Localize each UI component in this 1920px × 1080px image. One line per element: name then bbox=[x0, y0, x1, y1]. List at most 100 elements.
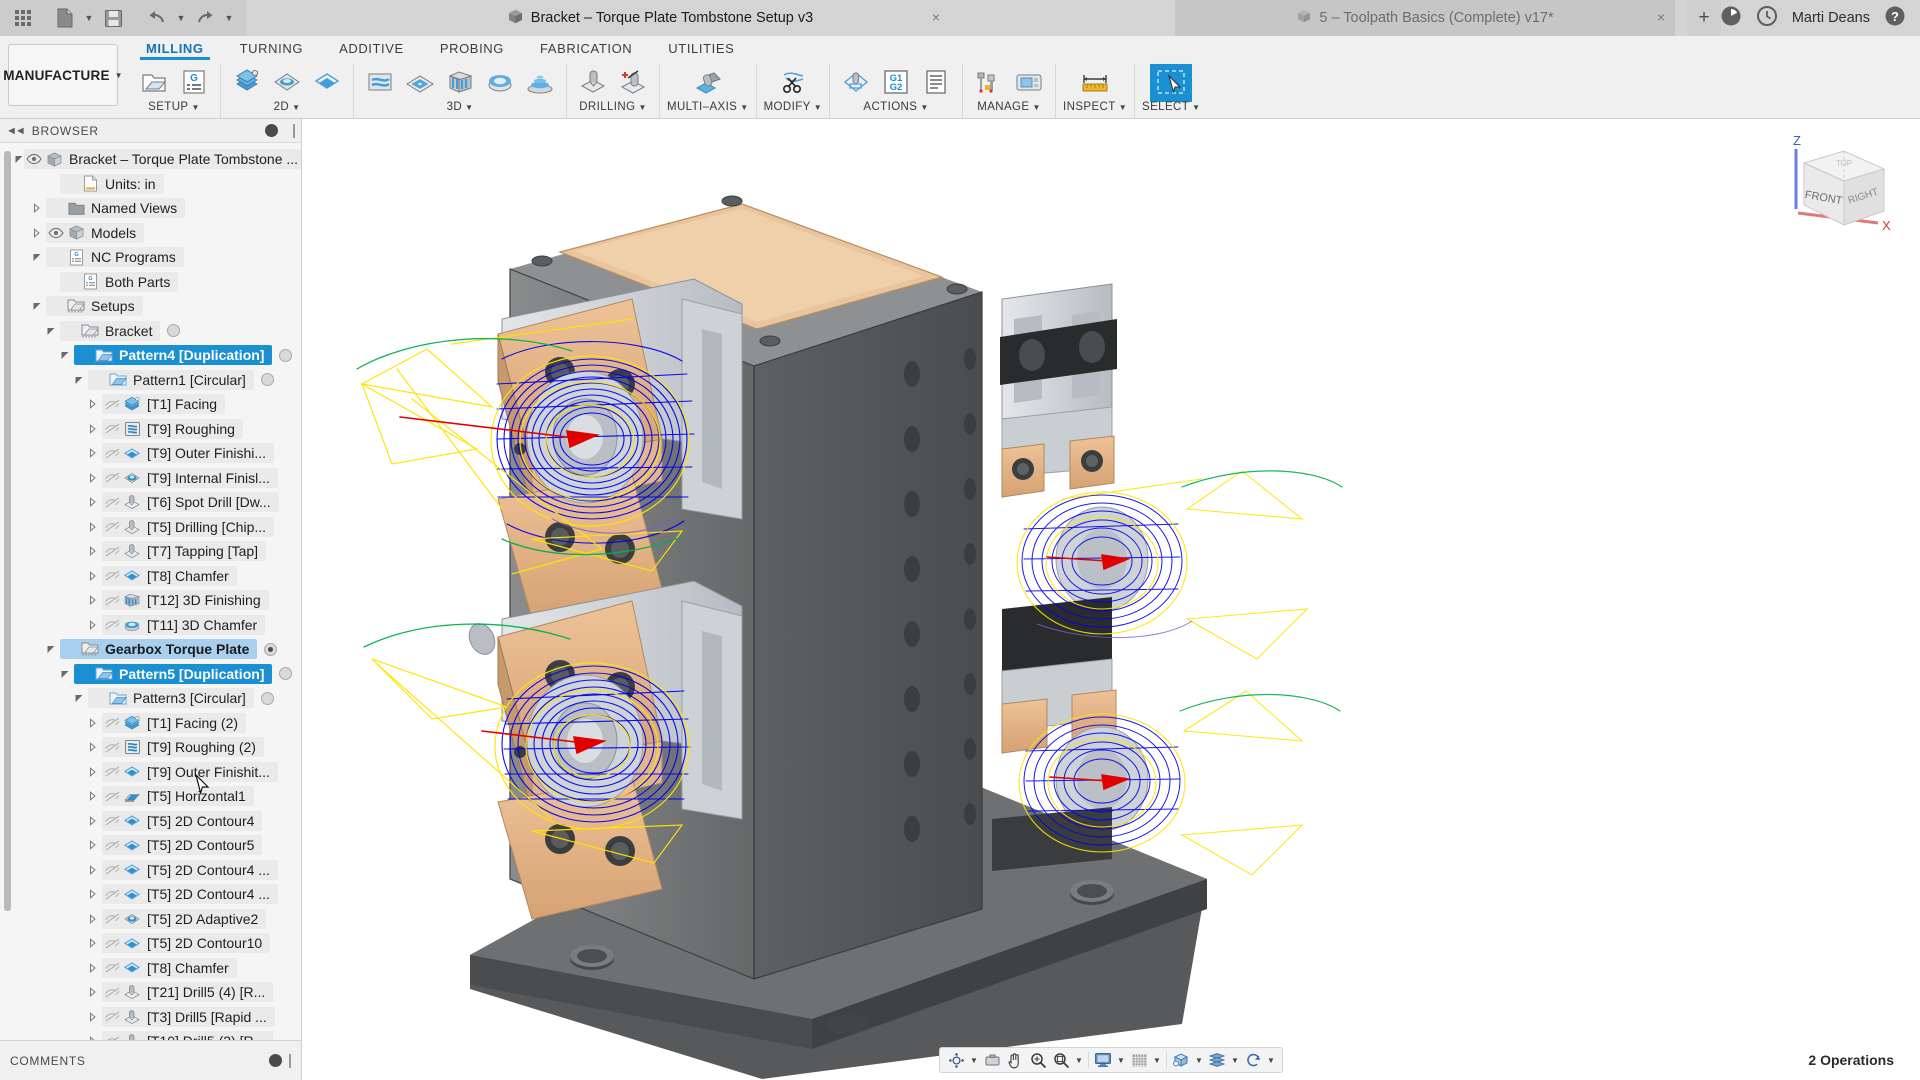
chevron-down-icon[interactable] bbox=[70, 686, 88, 710]
zoom-caret[interactable]: ▼ bbox=[1073, 1049, 1085, 1071]
user-name[interactable]: Marti Deans bbox=[1792, 10, 1870, 26]
visibility-eye-icon[interactable] bbox=[102, 716, 122, 729]
save-icon[interactable] bbox=[100, 5, 126, 31]
operation-state-dot[interactable] bbox=[167, 324, 181, 338]
tree-item-pill[interactable]: [T1] Facing (2) bbox=[102, 712, 247, 733]
tree-item-pill[interactable]: [T7] Tapping [Tap] bbox=[102, 541, 267, 562]
browser-resize-handle[interactable] bbox=[293, 123, 295, 138]
chevron-right-icon[interactable] bbox=[84, 980, 102, 1004]
tree-item-pill[interactable]: G NC Programs bbox=[46, 247, 184, 268]
panel-label-actions[interactable]: ACTIONS ▼ bbox=[863, 101, 928, 113]
tree-item[interactable]: [T9] Roughing (2) bbox=[0, 735, 301, 760]
visibility-eye-icon[interactable] bbox=[102, 520, 122, 533]
display-caret[interactable]: ▼ bbox=[1115, 1049, 1127, 1071]
tree-item[interactable]: [T8] Chamfer bbox=[0, 956, 301, 981]
close-icon[interactable]: × bbox=[1653, 10, 1669, 26]
tree-item-pill[interactable]: G Both Parts bbox=[60, 271, 179, 292]
tree-item-pill[interactable]: [T6] Spot Drill [Dw... bbox=[102, 492, 279, 513]
panel-label-3d[interactable]: 3D ▼ bbox=[447, 101, 474, 113]
tree-item[interactable]: Pattern3 [Circular] bbox=[0, 686, 301, 711]
visibility-eye-icon[interactable] bbox=[102, 765, 122, 778]
visibility-eye-icon[interactable] bbox=[102, 447, 122, 460]
visibility-eye-icon[interactable] bbox=[102, 422, 122, 435]
tree-item-pill[interactable]: [T5] 2D Adaptive2 bbox=[102, 908, 267, 929]
chevron-right-icon[interactable] bbox=[84, 539, 102, 563]
nc-program-icon[interactable]: G bbox=[175, 64, 213, 100]
tree-item-pill[interactable]: Gearbox Torque Plate bbox=[60, 639, 258, 660]
tree-item[interactable]: [T7] Tapping [Tap] bbox=[0, 539, 301, 564]
panel-label-drilling[interactable]: DRILLING ▼ bbox=[579, 101, 647, 113]
tree-item[interactable]: [T9] Internal Finisl... bbox=[0, 466, 301, 491]
tree-item-pill[interactable]: [T5] 2D Contour4 bbox=[102, 810, 263, 831]
tree-item[interactable]: [T1] Facing (2) bbox=[0, 711, 301, 736]
simulate-icon[interactable] bbox=[837, 64, 875, 100]
comments-add-icon[interactable] bbox=[269, 1054, 282, 1067]
chevron-right-icon[interactable] bbox=[84, 858, 102, 882]
tree-item-pill[interactable]: [T9] Internal Finisl... bbox=[102, 467, 278, 488]
visibility-eye-icon[interactable] bbox=[102, 1010, 122, 1023]
tool-library-icon[interactable] bbox=[970, 64, 1008, 100]
refresh-icon[interactable] bbox=[1242, 1049, 1264, 1071]
document-tab-active[interactable]: Bracket – Torque Plate Tombstone Setup v… bbox=[370, 0, 950, 36]
new-tab-button[interactable]: + bbox=[1687, 0, 1721, 36]
chevron-right-icon[interactable] bbox=[84, 515, 102, 539]
drill-icon[interactable] bbox=[574, 64, 612, 100]
tree-item[interactable]: [T9] Roughing bbox=[0, 417, 301, 442]
grid-snaps-icon[interactable] bbox=[1128, 1049, 1150, 1071]
redo-icon[interactable] bbox=[192, 5, 218, 31]
browser-layers-icon[interactable] bbox=[1206, 1049, 1228, 1071]
tree-item[interactable]: Pattern5 [Duplication] bbox=[0, 662, 301, 687]
panel-label-inspect[interactable]: INSPECT ▼ bbox=[1063, 101, 1127, 113]
tree-item-pill[interactable]: Pattern1 [Circular] bbox=[88, 369, 254, 390]
refresh-caret[interactable]: ▼ bbox=[1265, 1049, 1277, 1071]
viewports-icon[interactable] bbox=[1170, 1049, 1192, 1071]
tree-item[interactable]: [T12] 3D Finishing bbox=[0, 588, 301, 613]
post-process-icon[interactable]: G1 G2 bbox=[877, 64, 915, 100]
tree-item-pill[interactable]: Bracket bbox=[60, 320, 161, 341]
tree-item-pill[interactable]: [T11] 3D Chamfer bbox=[102, 614, 266, 635]
machine-library-icon[interactable] bbox=[1010, 64, 1048, 100]
tree-item-pill[interactable]: [T21] Drill5 (4) [R... bbox=[102, 982, 274, 1003]
operation-state-dot[interactable] bbox=[260, 691, 274, 705]
tree-item[interactable]: Bracket – Torque Plate Tombstone ... bbox=[0, 147, 301, 172]
chevron-right-icon[interactable] bbox=[84, 392, 102, 416]
chevron-down-icon[interactable] bbox=[14, 147, 24, 171]
multi-axis-contour-icon[interactable] bbox=[689, 64, 727, 100]
tree-item-pill[interactable]: [T8] Chamfer bbox=[102, 957, 237, 978]
visibility-eye-icon[interactable] bbox=[102, 594, 122, 607]
recent-activity-icon[interactable] bbox=[1756, 5, 1778, 31]
tree-item-pill[interactable]: Models bbox=[46, 222, 145, 243]
visibility-eye-icon[interactable] bbox=[102, 741, 122, 754]
comments-panel[interactable]: COMMENTS bbox=[0, 1040, 302, 1080]
tree-item[interactable]: [T5] 2D Contour10 bbox=[0, 931, 301, 956]
chevron-right-icon[interactable] bbox=[84, 809, 102, 833]
tree-item-pill[interactable]: [T5] Drilling [Chip... bbox=[102, 516, 275, 537]
select-icon[interactable] bbox=[1150, 64, 1193, 102]
chevron-right-icon[interactable] bbox=[84, 711, 102, 735]
tree-item-pill[interactable]: Pattern4 [Duplication] bbox=[74, 345, 273, 366]
setup-icon[interactable] bbox=[135, 64, 173, 100]
chevron-right-icon[interactable] bbox=[28, 221, 46, 245]
tree-item[interactable]: Setups bbox=[0, 294, 301, 319]
close-icon[interactable]: × bbox=[928, 10, 944, 26]
tree-item-pill[interactable]: [T5] Horizontal1 bbox=[102, 786, 254, 807]
visibility-eye-icon[interactable] bbox=[24, 153, 44, 165]
workspace-switcher[interactable]: MANUFACTURE ▼ bbox=[3, 44, 123, 106]
tab-milling[interactable]: MILLING bbox=[128, 36, 222, 60]
zoom-icon[interactable] bbox=[1027, 1049, 1049, 1071]
undo-icon[interactable] bbox=[144, 5, 170, 31]
tab-turning[interactable]: TURNING bbox=[222, 36, 321, 60]
tree-item[interactable]: [T1] Facing bbox=[0, 392, 301, 417]
help-icon[interactable]: ? bbox=[1884, 5, 1906, 31]
chevron-right-icon[interactable] bbox=[84, 833, 102, 857]
tree-item[interactable]: [T6] Spot Drill [Dw... bbox=[0, 490, 301, 515]
tree-item-pill[interactable]: [T5] 2D Contour4 ... bbox=[102, 884, 278, 905]
tab-additive[interactable]: ADDITIVE bbox=[321, 36, 422, 60]
cam-model-3d[interactable] bbox=[302, 119, 1920, 1080]
chevron-down-icon[interactable] bbox=[56, 343, 74, 367]
chevron-down-icon[interactable] bbox=[70, 368, 88, 392]
visibility-eye-icon[interactable] bbox=[102, 471, 122, 484]
chevron-right-icon[interactable] bbox=[84, 490, 102, 514]
display-settings-icon[interactable] bbox=[1092, 1049, 1114, 1071]
tree-item-pill[interactable]: [T5] 2D Contour4 ... bbox=[102, 859, 278, 880]
